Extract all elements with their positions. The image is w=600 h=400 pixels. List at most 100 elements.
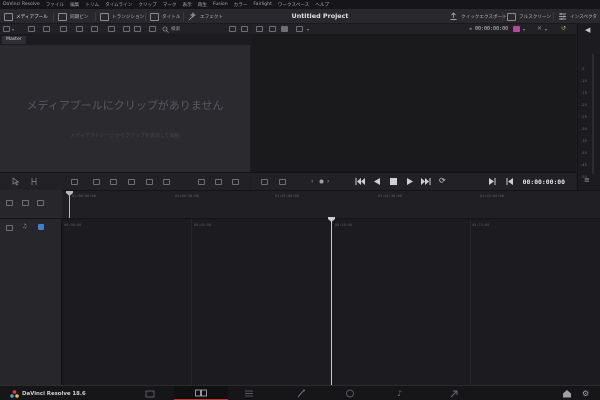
go-to-start-icon[interactable] [355,178,365,185]
upper-playhead[interactable] [69,193,70,218]
menu-edit[interactable]: 編集 [70,2,79,8]
append-clip-icon[interactable] [93,179,100,185]
undo-icon[interactable]: ↺ [561,25,566,32]
grid-view-icon[interactable] [76,26,83,32]
metadata-view-icon[interactable] [123,26,130,32]
loop-icon[interactable]: ⟳ [439,176,446,185]
timeline-playhead[interactable] [331,220,332,385]
deliver-page-icon[interactable] [449,389,459,398]
insert-clip-icon[interactable] [71,179,78,185]
menu-fairlight[interactable]: Fairlight [253,2,271,7]
filter-icon[interactable] [134,26,141,32]
stop-icon[interactable] [390,178,397,185]
media-pool-button[interactable]: メディアプール [4,11,48,22]
menu-color[interactable]: カラー [234,2,248,8]
track-height-icon[interactable] [6,200,13,206]
next-clip-icon[interactable] [489,178,496,185]
single-viewer-icon[interactable] [256,26,263,32]
speaker-icon[interactable]: ◀ [585,26,590,34]
chevron-down-icon[interactable]: ▾ [545,27,547,32]
chevron-down-icon[interactable]: ▾ [12,27,14,32]
fullscreen-button[interactable]: フルスクリーン [507,11,551,22]
chevron-down-icon[interactable]: ▾ [523,27,525,32]
search-icon[interactable] [162,26,169,33]
media-page-icon[interactable] [145,389,155,398]
search-label[interactable]: 検索 [171,26,180,32]
jog-right-icon[interactable]: › [327,178,329,185]
viewer-toggle-icon[interactable] [241,26,248,32]
menu-workspace[interactable]: ワークスペース [278,2,309,8]
safe-area-icon[interactable] [279,179,286,185]
fairlight-page-icon[interactable]: ♪ [397,389,407,398]
jog-dot-icon[interactable] [319,179,324,184]
zoom-view-icon[interactable] [232,179,239,185]
transitions-button[interactable]: トランジション [100,11,144,22]
track-enable-icon[interactable] [38,224,44,230]
menu-clip[interactable]: クリップ [138,2,156,8]
quick-export-button[interactable]: クイックエクスポート [449,11,507,22]
menu-mark[interactable]: マーク [163,2,177,8]
dual-viewer-icon[interactable] [269,26,276,32]
menu-playback[interactable]: 再生 [198,2,207,8]
titles-button[interactable]: タイトル [150,11,180,22]
cut-page-tab[interactable] [174,386,228,400]
menu-app[interactable]: DaVinci Resolve [3,2,40,7]
sidebar-toggle-icon[interactable] [3,26,10,32]
timeline-playhead-handle[interactable] [328,217,335,222]
color-tag-icon[interactable] [513,26,520,32]
trim-tool-icon[interactable] [30,177,38,186]
audio-waveform-icon[interactable] [22,200,29,206]
menu-trim[interactable]: トリム [85,2,99,8]
edit-page-icon[interactable] [244,389,254,398]
sort-icon[interactable] [91,26,98,32]
close-up-icon[interactable] [128,179,135,185]
place-on-top-icon[interactable] [146,179,153,185]
video-track-icon[interactable] [6,225,13,231]
menu-fusion[interactable]: Fusion [213,2,228,7]
select-tool-icon[interactable] [12,177,20,186]
sort-menu-icon[interactable] [149,26,156,32]
meter-label: -25 [581,115,587,119]
aspect-icon[interactable] [296,26,303,32]
menu-view[interactable]: 表示 [183,2,192,8]
cinema-viewer-icon[interactable] [281,26,288,32]
menu-icon[interactable]: ≡ [584,176,590,184]
source-overwrite-icon[interactable] [163,179,170,185]
close-icon[interactable]: ✕ [537,25,542,32]
upper-playhead-handle[interactable] [66,191,73,196]
chevron-down-icon[interactable]: ▾ [307,27,309,32]
timeline-view-icon[interactable] [198,179,205,185]
go-to-end-icon[interactable] [421,178,431,185]
fusion-page-icon[interactable] [296,389,306,398]
menu-help[interactable]: ヘルプ [315,2,329,8]
prev-clip-icon[interactable] [506,178,513,185]
home-icon[interactable] [562,389,572,398]
empty-pool-message: メディアプールにクリップがありません [26,99,224,112]
menu-timeline[interactable]: タイムライン [105,2,132,8]
master-bin[interactable]: Master [2,36,26,44]
play-icon[interactable] [406,178,413,185]
import-icon[interactable] [60,26,67,32]
options-icon[interactable] [229,26,236,32]
ruler-timecode: 01:01:30:00 [378,194,402,198]
play-reverse-icon[interactable] [374,178,381,185]
media-pool-panel[interactable]: メディアプールにクリップがありません メディアストレージからクリップを追加して開… [0,45,250,172]
menu-file[interactable]: ファイル [46,2,64,8]
stacked-view-icon[interactable] [215,179,222,185]
jog-left-icon[interactable]: ‹ [311,178,313,185]
effects-button[interactable]: エフェクト [188,11,223,22]
split-clip-icon[interactable] [261,179,268,185]
sync-bin-button[interactable]: 同期ビン [58,11,88,22]
new-timeline-icon[interactable] [43,26,50,32]
ripple-overwrite-icon[interactable] [110,179,117,185]
inspector-button[interactable]: インスペクタ [558,11,597,22]
settings-gear-icon[interactable]: ⚙ [582,389,592,398]
color-page-icon[interactable] [345,389,355,398]
new-bin-icon[interactable] [28,26,35,32]
lock-track-icon[interactable] [37,200,44,206]
audio-track-icon[interactable]: ♫ [22,223,27,230]
upper-timeline-ruler[interactable]: 01:00:00:00 01:00:30:00 01:01:00:00 01:0… [0,190,600,218]
viewer-canvas[interactable] [251,35,576,172]
audio-icon[interactable]: ◂ [469,26,472,32]
list-view-icon[interactable] [108,26,115,32]
